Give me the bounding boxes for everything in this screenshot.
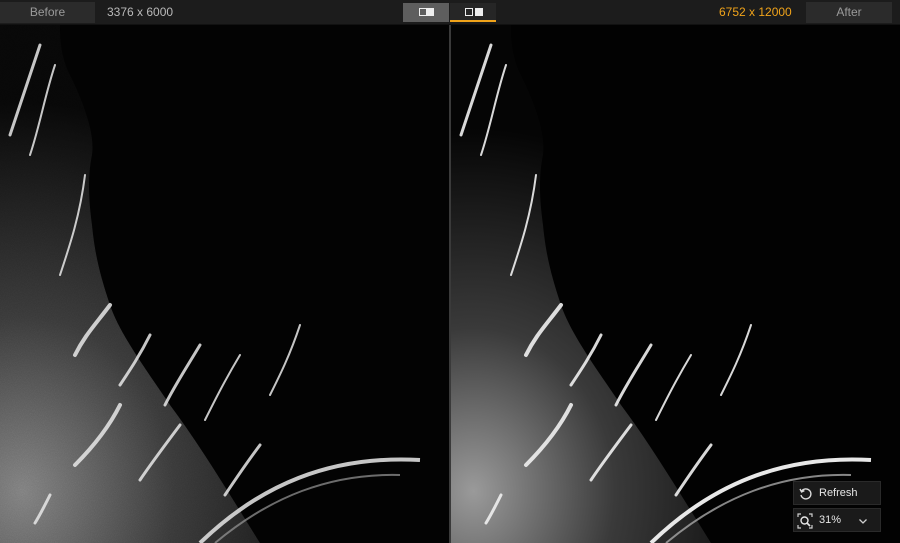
- zoom-level: 31%: [819, 514, 842, 526]
- before-image: [0, 25, 449, 543]
- refresh-label: Refresh: [819, 487, 858, 499]
- side-by-side-view-button[interactable]: [450, 3, 496, 22]
- zoom-icon: [797, 513, 813, 529]
- after-resolution: 6752 x 12000: [719, 5, 792, 19]
- before-resolution: 3376 x 6000: [107, 5, 174, 19]
- view-mode-toggle: [403, 3, 497, 22]
- refresh-button[interactable]: Refresh: [793, 481, 881, 505]
- chevron-down-icon[interactable]: [857, 515, 869, 527]
- after-image: [451, 25, 900, 543]
- zoom-control[interactable]: 31%: [793, 508, 881, 532]
- after-image-view[interactable]: [451, 25, 900, 543]
- after-tab[interactable]: After: [806, 2, 892, 23]
- refresh-icon: [799, 488, 812, 500]
- split-view-button[interactable]: [403, 3, 449, 22]
- before-tab[interactable]: Before: [0, 2, 95, 23]
- top-toolbar: Before 3376 x 6000 6752 x 12000 After: [0, 0, 900, 25]
- split-view-icon: [419, 8, 434, 16]
- before-image-view[interactable]: [0, 25, 449, 543]
